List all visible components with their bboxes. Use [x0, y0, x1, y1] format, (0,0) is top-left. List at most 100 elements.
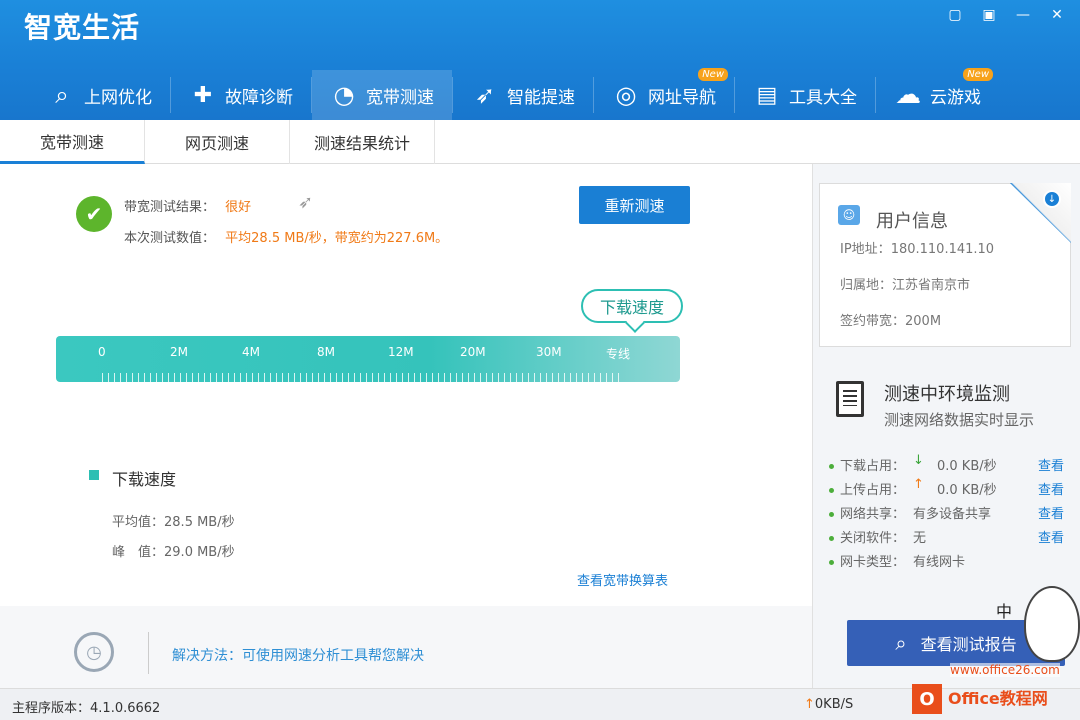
version-info: 主程序版本：4.1.0.6662	[12, 697, 160, 716]
ip-address: IP地址：180.110.141.10	[840, 238, 994, 257]
download-speed-bubble: 下载速度	[581, 289, 683, 323]
nav-item-web-optimize[interactable]: ⌕ 上网优化	[30, 70, 170, 120]
compass-icon: ◎	[615, 81, 637, 109]
close-icon[interactable]: ✕	[1048, 6, 1066, 24]
peak-label: 峰 值：	[112, 545, 165, 560]
result-value: 很好	[225, 200, 252, 215]
bullet-icon	[829, 512, 834, 517]
location-label: 归属地：	[840, 278, 893, 293]
row-value: 有线网卡	[913, 555, 966, 570]
bandwidth-value: 200M	[905, 314, 942, 329]
speed-value: 0KB/S	[814, 697, 854, 712]
result-label: 带宽测试结果：	[124, 200, 216, 215]
version-label: 主程序版本：	[12, 701, 91, 716]
app-window: 智宽生活 ▢ ▣ — ✕ ⌕ 上网优化 ✚ 故障诊断 ◔ 宽带测速 ➶ 智能提速…	[0, 0, 1080, 720]
office-logo-icon: O	[912, 684, 942, 714]
cloud-game-icon: ☁	[895, 80, 921, 110]
conversion-table-link[interactable]: 查看宽带换算表	[577, 570, 668, 589]
row-label: 下载占用：	[840, 459, 906, 474]
gauge-tick-label: 8M	[317, 345, 335, 359]
tab-web-speed[interactable]: 网页测速	[145, 120, 290, 164]
mascot-image[interactable]	[1024, 586, 1080, 662]
monitor-subtitle: 测速网络数据实时显示	[884, 411, 1035, 429]
nav-item-boost[interactable]: ➶ 智能提速	[453, 70, 593, 120]
rocket-icon: ➶	[474, 81, 496, 109]
tab-broadband-speed[interactable]: 宽带测速	[0, 120, 145, 164]
watermark-url: www.office26.com	[950, 663, 1060, 677]
monitor-row-upload: 上传占用： ↑ 0.0 KB/秒 查看	[829, 477, 1064, 499]
nav-item-label: 宽带测速	[366, 87, 434, 108]
new-badge: New	[963, 68, 993, 81]
arrow-up-icon: ↑	[913, 477, 924, 492]
sub-tabs: 宽带测速 网页测速 测速结果统计	[0, 120, 1080, 164]
rocket-icon: ➶	[298, 192, 314, 213]
tip-divider	[148, 632, 149, 674]
view-link[interactable]: 查看	[1038, 527, 1064, 546]
monitor-row-share: 网络共享： 有多设备共享 查看	[829, 503, 1064, 523]
row-label: 上传占用：	[840, 483, 906, 498]
row-value: 无	[913, 531, 927, 546]
minimize-icon[interactable]: —	[1014, 6, 1032, 24]
location-value: 江苏省南京市	[892, 278, 971, 293]
nav-item-url-nav[interactable]: ◎ 网址导航 New	[594, 68, 734, 120]
bullet-icon	[829, 536, 834, 541]
nav-item-speedtest[interactable]: ◔ 宽带测速	[312, 70, 452, 120]
bandwidth-label: 签约带宽：	[840, 314, 906, 329]
main-nav: ⌕ 上网优化 ✚ 故障诊断 ◔ 宽带测速 ➶ 智能提速 ◎ 网址导航 New ▤…	[30, 68, 999, 120]
gauge-tick-label: 0	[98, 345, 106, 359]
user-info-title: 用户信息	[876, 211, 948, 232]
avg-label: 平均值：	[112, 515, 165, 530]
row-value: 0.0 KB/秒	[937, 459, 997, 474]
search-icon: ⌕	[895, 631, 907, 655]
monitor-title: 测速中环境监测	[884, 384, 1010, 405]
row-label: 关闭软件：	[840, 531, 906, 546]
result-line-2: 本次测试数值： 平均28.5 MB/秒，带宽约为227.6M。	[124, 227, 448, 246]
search-icon: ⌕	[55, 81, 69, 109]
retest-button[interactable]: 重新测速	[579, 186, 690, 224]
new-badge: New	[698, 68, 728, 81]
window-controls: ▢ ▣ — ✕	[946, 6, 1066, 24]
peak-value: 29.0 MB/秒	[164, 545, 235, 560]
view-link[interactable]: 查看	[1038, 503, 1064, 522]
row-value: 有多设备共享	[913, 507, 992, 522]
view-link[interactable]: 查看	[1038, 479, 1064, 498]
gauge-tick-label: 4M	[242, 345, 260, 359]
contract-bandwidth: 签约带宽：200M	[840, 310, 941, 329]
monitor-row-download: 下载占用： ↓ 0.0 KB/秒 查看	[829, 453, 1064, 475]
bullet-icon	[829, 464, 834, 469]
avg-value: 28.5 MB/秒	[164, 515, 235, 530]
solution-tip[interactable]: 解决方法：可使用网速分析工具帮您解决	[172, 645, 424, 665]
arrow-down-icon: ↓	[913, 453, 924, 468]
nav-item-label: 网址导航	[648, 87, 716, 108]
user-card-icon: ☺	[838, 205, 860, 225]
download-arrow-icon[interactable]: ↓	[1043, 190, 1061, 208]
toolbox-icon: ▤	[756, 82, 778, 108]
gauge-tick-label: 2M	[170, 345, 188, 359]
skin-icon[interactable]: ▣	[980, 6, 998, 24]
nav-item-label: 上网优化	[84, 87, 152, 108]
ip-label: IP地址：	[840, 242, 891, 257]
app-title: 智宽生活	[24, 11, 141, 44]
nav-item-label: 故障诊断	[225, 87, 293, 108]
peak-speed: 峰 值：29.0 MB/秒	[112, 541, 235, 560]
series-marker	[89, 470, 99, 480]
bullet-icon	[829, 488, 834, 493]
watermark: O Office教程网	[912, 678, 1080, 720]
gauge-tick-label: 专线	[606, 347, 631, 361]
ip-value: 180.110.141.10	[890, 242, 995, 257]
tab-speed-stats[interactable]: 测速结果统计	[290, 120, 435, 164]
nav-item-cloud-game[interactable]: ☁ 云游戏 New	[876, 68, 999, 120]
gauge-tick-label: 20M	[460, 345, 486, 359]
gauge-tick-label: 12M	[388, 345, 414, 359]
view-report-label: 查看测试报告	[920, 635, 1017, 654]
clock-icon: ◷	[74, 632, 114, 672]
feedback-icon[interactable]: ▢	[946, 6, 964, 24]
nav-item-diagnose[interactable]: ✚ 故障诊断	[171, 70, 311, 120]
view-link[interactable]: 查看	[1038, 455, 1064, 474]
gauge-tick-label: 30M	[536, 345, 562, 359]
test-value: 平均28.5 MB/秒，带宽约为227.6M。	[225, 231, 449, 246]
monitor-row-nic: 网卡类型： 有线网卡	[829, 551, 1064, 571]
row-label: 网络共享：	[840, 507, 906, 522]
nav-item-tools[interactable]: ▤ 工具大全	[735, 70, 875, 120]
shield-plus-icon: ✚	[193, 82, 213, 108]
